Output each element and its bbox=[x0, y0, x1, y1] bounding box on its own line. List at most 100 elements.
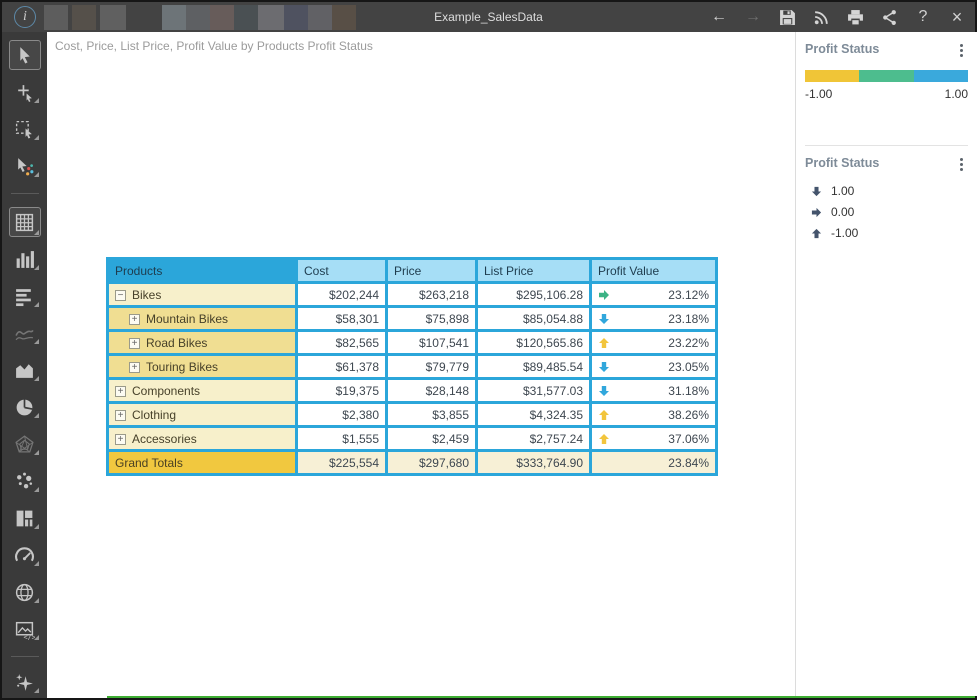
toolbar-button-redacted[interactable] bbox=[332, 5, 356, 30]
forward-icon: → bbox=[743, 7, 763, 27]
tool-line-chart[interactable] bbox=[10, 321, 40, 345]
legend-item-value: -1.00 bbox=[831, 226, 858, 240]
row-label-cell[interactable]: +Clothing bbox=[109, 404, 295, 425]
list-price-cell[interactable]: $120,565.86 bbox=[478, 332, 589, 353]
price-cell[interactable]: $263,218 bbox=[388, 284, 475, 305]
list-price-cell[interactable]: $2,757.24 bbox=[478, 428, 589, 449]
toolbar-button-redacted[interactable] bbox=[210, 5, 234, 30]
tool-area-chart[interactable] bbox=[10, 358, 40, 382]
expand-button[interactable]: + bbox=[115, 386, 126, 397]
legend-item: -1.00 bbox=[811, 226, 968, 240]
profit-cell[interactable]: 23.22% bbox=[592, 332, 715, 353]
list-price-cell[interactable]: $295,106.28 bbox=[478, 284, 589, 305]
toolbar-button-redacted[interactable] bbox=[258, 5, 284, 30]
collapse-button[interactable]: − bbox=[115, 290, 126, 301]
tool-grid[interactable] bbox=[9, 207, 41, 237]
list-price-cell[interactable]: $85,054.88 bbox=[478, 308, 589, 329]
profit-cell[interactable]: 31.18% bbox=[592, 380, 715, 401]
kebab-menu-icon[interactable] bbox=[954, 156, 968, 172]
grand-totals-label-cell[interactable]: Grand Totals bbox=[109, 452, 295, 473]
profit-total-cell[interactable]: 23.84% bbox=[592, 452, 715, 473]
info-icon[interactable]: i bbox=[14, 6, 36, 28]
expand-button[interactable]: + bbox=[129, 314, 140, 325]
legend-item-value: 0.00 bbox=[831, 205, 854, 219]
expand-button[interactable]: + bbox=[115, 434, 126, 445]
list-price-cell[interactable]: $4,324.35 bbox=[478, 404, 589, 425]
price-cell[interactable]: $2,459 bbox=[388, 428, 475, 449]
price-cell[interactable]: $28,148 bbox=[388, 380, 475, 401]
column-header-list-price[interactable]: List Price bbox=[478, 260, 589, 281]
tool-radar-chart[interactable] bbox=[10, 432, 40, 456]
tool-bar-chart[interactable] bbox=[10, 284, 40, 308]
profit-cell[interactable]: 23.12% bbox=[592, 284, 715, 305]
tool-pie-chart[interactable] bbox=[10, 395, 40, 419]
column-header-price[interactable]: Price bbox=[388, 260, 475, 281]
row-label-cell[interactable]: +Touring Bikes bbox=[109, 356, 295, 377]
kebab-menu-icon[interactable] bbox=[954, 42, 968, 58]
cost-cell[interactable]: $19,375 bbox=[298, 380, 385, 401]
tool-smart-select[interactable] bbox=[10, 154, 40, 178]
tool-image-custom[interactable]: </> bbox=[10, 617, 40, 641]
save-icon[interactable] bbox=[777, 7, 797, 27]
screen-edge-highlight bbox=[107, 696, 975, 698]
row-label-cell[interactable]: +Road Bikes bbox=[109, 332, 295, 353]
cost-cell[interactable]: $82,565 bbox=[298, 332, 385, 353]
tool-gauge[interactable] bbox=[10, 543, 40, 567]
tool-marquee-select[interactable] bbox=[10, 117, 40, 141]
toolbar-button-redacted[interactable] bbox=[72, 5, 96, 30]
back-icon[interactable]: ← bbox=[709, 7, 729, 27]
tool-ai-assistant[interactable] bbox=[10, 670, 40, 694]
profit-cell[interactable]: 23.05% bbox=[592, 356, 715, 377]
toolbar-button-redacted[interactable] bbox=[100, 5, 126, 30]
profit-cell[interactable]: 37.06% bbox=[592, 428, 715, 449]
help-icon[interactable]: ? bbox=[913, 7, 933, 27]
column-header-cost[interactable]: Cost bbox=[298, 260, 385, 281]
cost-cell[interactable]: $58,301 bbox=[298, 308, 385, 329]
price-cell[interactable]: $75,898 bbox=[388, 308, 475, 329]
price-cell[interactable]: $107,541 bbox=[388, 332, 475, 353]
cost-cell[interactable]: $2,380 bbox=[298, 404, 385, 425]
list-price-cell[interactable]: $31,577.03 bbox=[478, 380, 589, 401]
cost-total-cell[interactable]: $225,554 bbox=[298, 452, 385, 473]
toolbar-button-redacted[interactable] bbox=[308, 5, 332, 30]
price-cell[interactable]: $3,855 bbox=[388, 404, 475, 425]
price-total-cell[interactable]: $297,680 bbox=[388, 452, 475, 473]
share-icon[interactable] bbox=[879, 7, 899, 27]
column-header-products[interactable]: Products bbox=[109, 260, 295, 281]
tool-scatter-chart[interactable] bbox=[10, 469, 40, 493]
row-label-cell[interactable]: +Accessories bbox=[109, 428, 295, 449]
expand-button[interactable]: + bbox=[129, 362, 140, 373]
pivot-table[interactable]: Products Cost Price List Price Profit Va… bbox=[106, 257, 718, 476]
cost-cell[interactable]: $61,378 bbox=[298, 356, 385, 377]
feed-icon[interactable] bbox=[811, 7, 831, 27]
toolbar-button-redacted[interactable] bbox=[284, 5, 308, 30]
profit-value: 23.18% bbox=[668, 312, 709, 326]
toolbar-button-redacted[interactable] bbox=[234, 5, 258, 30]
list-price-total-cell[interactable]: $333,764.90 bbox=[478, 452, 589, 473]
expand-button[interactable]: + bbox=[129, 338, 140, 349]
row-label-cell[interactable]: +Mountain Bikes bbox=[109, 308, 295, 329]
row-label-cell[interactable]: −Bikes bbox=[109, 284, 295, 305]
tool-column-chart[interactable] bbox=[10, 247, 40, 271]
tool-select-pointer[interactable] bbox=[9, 40, 41, 70]
print-icon[interactable] bbox=[845, 7, 865, 27]
tool-move[interactable] bbox=[10, 80, 40, 104]
cost-cell[interactable]: $202,244 bbox=[298, 284, 385, 305]
table-row: +Accessories $1,555 $2,459 $2,757.24 37.… bbox=[109, 428, 715, 449]
toolbar-button-redacted[interactable] bbox=[186, 5, 210, 30]
cost-cell[interactable]: $1,555 bbox=[298, 428, 385, 449]
table-row: +Components $19,375 $28,148 $31,577.03 3… bbox=[109, 380, 715, 401]
profit-cell[interactable]: 38.26% bbox=[592, 404, 715, 425]
price-cell[interactable]: $79,779 bbox=[388, 356, 475, 377]
profit-cell[interactable]: 23.18% bbox=[592, 308, 715, 329]
row-label-cell[interactable]: +Components bbox=[109, 380, 295, 401]
profit-value: 23.12% bbox=[668, 288, 709, 302]
tool-treemap[interactable] bbox=[10, 506, 40, 530]
expand-button[interactable]: + bbox=[115, 410, 126, 421]
column-header-profit-value[interactable]: Profit Value bbox=[592, 260, 715, 281]
tool-map[interactable] bbox=[10, 580, 40, 604]
toolbar-button-redacted[interactable] bbox=[162, 5, 186, 30]
list-price-cell[interactable]: $89,485.54 bbox=[478, 356, 589, 377]
close-icon[interactable]: × bbox=[947, 7, 967, 27]
toolbar-button-redacted[interactable] bbox=[44, 5, 68, 30]
